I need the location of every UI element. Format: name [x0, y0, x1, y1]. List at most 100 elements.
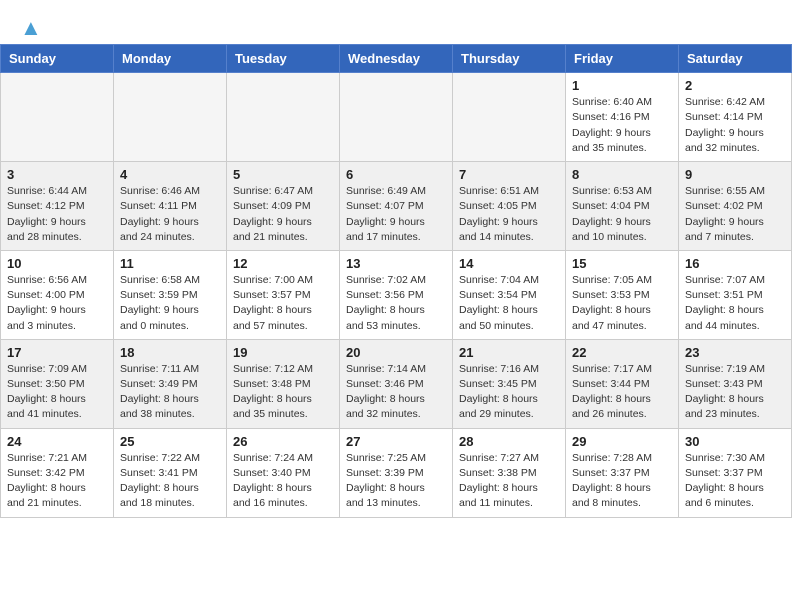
logo-text: ▲: [20, 16, 42, 40]
calendar-cell: 3 Sunrise: 6:44 AM Sunset: 4:12 PM Daylig…: [1, 162, 114, 251]
day-info: Sunrise: 7:14 AM Sunset: 3:46 PM Dayligh…: [346, 362, 446, 423]
weekday-header-wednesday: Wednesday: [340, 45, 453, 73]
day-info: Sunrise: 7:04 AM Sunset: 3:54 PM Dayligh…: [459, 273, 559, 334]
calendar-cell: 2 Sunrise: 6:42 AM Sunset: 4:14 PM Daylig…: [679, 73, 792, 162]
day-info: Sunrise: 7:24 AM Sunset: 3:40 PM Dayligh…: [233, 451, 333, 512]
calendar-cell: 22 Sunrise: 7:17 AM Sunset: 3:44 PM Dayli…: [566, 339, 679, 428]
calendar-cell: 16 Sunrise: 7:07 AM Sunset: 3:51 PM Dayli…: [679, 250, 792, 339]
weekday-header-sunday: Sunday: [1, 45, 114, 73]
calendar-cell: 9 Sunrise: 6:55 AM Sunset: 4:02 PM Daylig…: [679, 162, 792, 251]
day-info: Sunrise: 7:16 AM Sunset: 3:45 PM Dayligh…: [459, 362, 559, 423]
day-info: Sunrise: 6:40 AM Sunset: 4:16 PM Dayligh…: [572, 95, 672, 156]
page-header: ▲: [0, 0, 792, 44]
day-number: 16: [685, 256, 785, 271]
calendar-cell: 18 Sunrise: 7:11 AM Sunset: 3:49 PM Dayli…: [114, 339, 227, 428]
day-number: 10: [7, 256, 107, 271]
calendar-cell: 7 Sunrise: 6:51 AM Sunset: 4:05 PM Daylig…: [453, 162, 566, 251]
day-number: 17: [7, 345, 107, 360]
day-number: 13: [346, 256, 446, 271]
day-number: 9: [685, 167, 785, 182]
day-info: Sunrise: 6:58 AM Sunset: 3:59 PM Dayligh…: [120, 273, 220, 334]
day-number: 4: [120, 167, 220, 182]
day-info: Sunrise: 6:53 AM Sunset: 4:04 PM Dayligh…: [572, 184, 672, 245]
day-number: 20: [346, 345, 446, 360]
day-number: 7: [459, 167, 559, 182]
day-info: Sunrise: 6:42 AM Sunset: 4:14 PM Dayligh…: [685, 95, 785, 156]
calendar-cell: 8Sunrise: 6:53 AM Sunset: 4:04 PM Daylig…: [566, 162, 679, 251]
calendar-table: SundayMondayTuesdayWednesdayThursdayFrid…: [0, 44, 792, 517]
calendar-cell: 12 Sunrise: 7:00 AM Sunset: 3:57 PM Dayli…: [227, 250, 340, 339]
calendar-cell: 30Sunrise: 7:30 AM Sunset: 3:37 PM Dayli…: [679, 428, 792, 517]
calendar-cell: [114, 73, 227, 162]
weekday-header-friday: Friday: [566, 45, 679, 73]
day-info: Sunrise: 7:09 AM Sunset: 3:50 PM Dayligh…: [7, 362, 107, 423]
day-info: Sunrise: 7:05 AM Sunset: 3:53 PM Dayligh…: [572, 273, 672, 334]
day-number: 25: [120, 434, 220, 449]
calendar-cell: 4Sunrise: 6:46 AM Sunset: 4:11 PM Daylig…: [114, 162, 227, 251]
day-info: Sunrise: 7:12 AM Sunset: 3:48 PM Dayligh…: [233, 362, 333, 423]
calendar-cell: 29 Sunrise: 7:28 AM Sunset: 3:37 PM Dayli…: [566, 428, 679, 517]
day-number: 24: [7, 434, 107, 449]
day-number: 28: [459, 434, 559, 449]
calendar-cell: 20 Sunrise: 7:14 AM Sunset: 3:46 PM Dayli…: [340, 339, 453, 428]
day-info: Sunrise: 6:55 AM Sunset: 4:02 PM Dayligh…: [685, 184, 785, 245]
calendar-cell: 21 Sunrise: 7:16 AM Sunset: 3:45 PM Dayli…: [453, 339, 566, 428]
calendar-cell: 6 Sunrise: 6:49 AM Sunset: 4:07 PM Daylig…: [340, 162, 453, 251]
calendar-cell: 23Sunrise: 7:19 AM Sunset: 3:43 PM Dayli…: [679, 339, 792, 428]
calendar-cell: 1 Sunrise: 6:40 AM Sunset: 4:16 PM Daylig…: [566, 73, 679, 162]
weekday-header-thursday: Thursday: [453, 45, 566, 73]
day-number: 1: [572, 78, 672, 93]
calendar-cell: 14 Sunrise: 7:04 AM Sunset: 3:54 PM Dayli…: [453, 250, 566, 339]
calendar-cell: 10 Sunrise: 6:56 AM Sunset: 4:00 PM Dayli…: [1, 250, 114, 339]
calendar-cell: 28 Sunrise: 7:27 AM Sunset: 3:38 PM Dayli…: [453, 428, 566, 517]
day-info: Sunrise: 7:22 AM Sunset: 3:41 PM Dayligh…: [120, 451, 220, 512]
day-number: 3: [7, 167, 107, 182]
calendar-cell: [340, 73, 453, 162]
calendar-cell: 15 Sunrise: 7:05 AM Sunset: 3:53 PM Dayli…: [566, 250, 679, 339]
day-info: Sunrise: 6:49 AM Sunset: 4:07 PM Dayligh…: [346, 184, 446, 245]
day-info: Sunrise: 7:28 AM Sunset: 3:37 PM Dayligh…: [572, 451, 672, 512]
calendar-cell: 24 Sunrise: 7:21 AM Sunset: 3:42 PM Dayli…: [1, 428, 114, 517]
day-number: 6: [346, 167, 446, 182]
day-number: 14: [459, 256, 559, 271]
day-number: 15: [572, 256, 672, 271]
day-number: 2: [685, 78, 785, 93]
calendar-cell: [1, 73, 114, 162]
day-number: 19: [233, 345, 333, 360]
day-number: 29: [572, 434, 672, 449]
weekday-header-saturday: Saturday: [679, 45, 792, 73]
calendar-cell: 27 Sunrise: 7:25 AM Sunset: 3:39 PM Dayli…: [340, 428, 453, 517]
calendar-cell: 5 Sunrise: 6:47 AM Sunset: 4:09 PM Daylig…: [227, 162, 340, 251]
day-info: Sunrise: 7:17 AM Sunset: 3:44 PM Dayligh…: [572, 362, 672, 423]
calendar-cell: [453, 73, 566, 162]
calendar-cell: 13 Sunrise: 7:02 AM Sunset: 3:56 PM Dayli…: [340, 250, 453, 339]
day-info: Sunrise: 6:47 AM Sunset: 4:09 PM Dayligh…: [233, 184, 333, 245]
day-info: Sunrise: 7:30 AM Sunset: 3:37 PM Dayligh…: [685, 451, 785, 512]
day-number: 11: [120, 256, 220, 271]
calendar-cell: 26 Sunrise: 7:24 AM Sunset: 3:40 PM Dayli…: [227, 428, 340, 517]
calendar-cell: 11 Sunrise: 6:58 AM Sunset: 3:59 PM Dayli…: [114, 250, 227, 339]
day-info: Sunrise: 6:56 AM Sunset: 4:00 PM Dayligh…: [7, 273, 107, 334]
day-info: Sunrise: 7:02 AM Sunset: 3:56 PM Dayligh…: [346, 273, 446, 334]
day-info: Sunrise: 7:21 AM Sunset: 3:42 PM Dayligh…: [7, 451, 107, 512]
calendar-cell: 19 Sunrise: 7:12 AM Sunset: 3:48 PM Dayli…: [227, 339, 340, 428]
day-number: 12: [233, 256, 333, 271]
day-info: Sunrise: 6:44 AM Sunset: 4:12 PM Dayligh…: [7, 184, 107, 245]
day-info: Sunrise: 6:51 AM Sunset: 4:05 PM Dayligh…: [459, 184, 559, 245]
calendar-cell: 17 Sunrise: 7:09 AM Sunset: 3:50 PM Dayli…: [1, 339, 114, 428]
day-info: Sunrise: 7:07 AM Sunset: 3:51 PM Dayligh…: [685, 273, 785, 334]
day-number: 22: [572, 345, 672, 360]
day-number: 21: [459, 345, 559, 360]
calendar-cell: 25 Sunrise: 7:22 AM Sunset: 3:41 PM Dayli…: [114, 428, 227, 517]
day-info: Sunrise: 7:19 AM Sunset: 3:43 PM Dayligh…: [685, 362, 785, 423]
day-info: Sunrise: 7:11 AM Sunset: 3:49 PM Dayligh…: [120, 362, 220, 423]
day-number: 5: [233, 167, 333, 182]
day-info: Sunrise: 7:27 AM Sunset: 3:38 PM Dayligh…: [459, 451, 559, 512]
day-number: 26: [233, 434, 333, 449]
logo: ▲: [20, 16, 42, 40]
day-info: Sunrise: 7:25 AM Sunset: 3:39 PM Dayligh…: [346, 451, 446, 512]
calendar-cell: [227, 73, 340, 162]
day-number: 27: [346, 434, 446, 449]
day-info: Sunrise: 7:00 AM Sunset: 3:57 PM Dayligh…: [233, 273, 333, 334]
day-number: 18: [120, 345, 220, 360]
